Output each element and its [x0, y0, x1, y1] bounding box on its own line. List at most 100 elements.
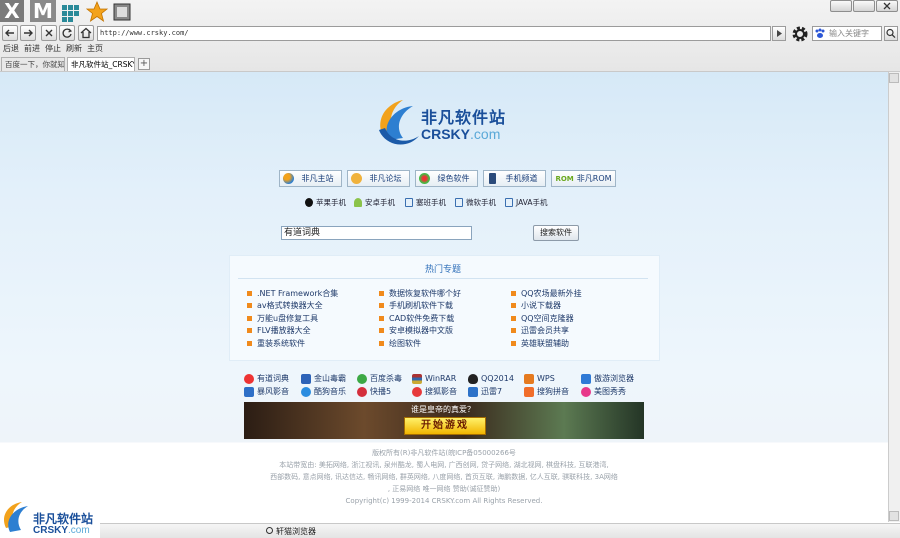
crsky-swoosh-icon	[3, 502, 28, 532]
app-maxthon[interactable]: 傲游浏览器	[581, 373, 634, 385]
status-label: 轩猫浏览器	[276, 527, 316, 536]
app-baofeng[interactable]: 暴风影音	[244, 386, 289, 398]
maximize-button[interactable]	[853, 0, 875, 12]
banner-question: 谁是皇帝的真爱？	[411, 405, 475, 414]
platform-label: 安卓手机	[365, 198, 395, 207]
topic-link[interactable]: 万能u盘修复工具	[247, 313, 318, 324]
home-button[interactable]	[78, 25, 94, 41]
app-qvod[interactable]: 快播5	[357, 386, 391, 398]
topic-link[interactable]: 迅雷会员共享	[511, 325, 569, 336]
back-button[interactable]	[2, 25, 18, 41]
site-logo-cn[interactable]: 非凡软件站	[421, 104, 506, 128]
start-game-button[interactable]: 开始游戏	[404, 417, 486, 435]
film-icon[interactable]	[111, 1, 133, 23]
app-youdao[interactable]: 有道词典	[244, 373, 289, 385]
platform-symbian[interactable]: 塞班手机	[405, 197, 446, 209]
m-logo[interactable]: M	[30, 0, 56, 22]
sogou-icon	[524, 387, 534, 397]
topic-link[interactable]: 安卓模拟器中文版	[379, 325, 453, 336]
topic-link[interactable]: FLV播放器大全	[247, 325, 311, 336]
stop-icon	[45, 29, 53, 37]
app-wps[interactable]: WPS	[524, 373, 555, 385]
meitu-icon	[581, 387, 591, 397]
app-label: 搜狐影音	[425, 387, 457, 396]
refresh-label[interactable]: 刷新	[66, 43, 82, 54]
app-xunlei[interactable]: 迅雷7	[468, 386, 502, 398]
back-label[interactable]: 后退	[3, 43, 19, 54]
qvod-icon	[357, 387, 367, 397]
platform-windows-phone[interactable]: 微软手机	[455, 197, 496, 209]
rom-badge: ROM	[555, 175, 574, 183]
topic-link[interactable]: QQ农场最新外挂	[511, 288, 582, 299]
topic-link[interactable]: .NET Framework合集	[247, 288, 338, 299]
go-button[interactable]	[772, 26, 786, 41]
wps-icon	[524, 374, 534, 384]
baidu-shield-icon	[357, 374, 367, 384]
topic-link[interactable]: QQ空间克隆器	[511, 313, 574, 324]
gear-icon[interactable]	[790, 24, 810, 44]
close-window-button[interactable]	[876, 0, 898, 12]
forward-arrow-icon	[24, 29, 33, 37]
topic-link[interactable]: av格式转换器大全	[247, 300, 323, 311]
nav-label: 非凡论坛	[369, 174, 402, 183]
app-label: 搜狗拼音	[537, 387, 569, 396]
site-logo-en[interactable]: CRSKY.com	[421, 126, 500, 142]
nav-green-software[interactable]: 绿色软件	[415, 170, 478, 187]
nav-rom[interactable]: ROM 非凡ROM	[551, 170, 616, 187]
app-label: 有道词典	[257, 374, 289, 383]
nav-mobile[interactable]: 手机频道	[483, 170, 546, 187]
app-qq[interactable]: QQ2014	[468, 373, 514, 385]
app-sogou-pinyin[interactable]: 搜狗拼音	[524, 386, 569, 398]
topic-link[interactable]: CAD软件免费下载	[379, 313, 454, 324]
nav-main-site[interactable]: 非凡主站	[279, 170, 342, 187]
tab-crsky[interactable]: 非凡软件站_CRSKY	[67, 57, 135, 71]
topic-link[interactable]: 数据恢复软件哪个好	[379, 288, 461, 299]
forward-label[interactable]: 前进	[24, 43, 40, 54]
topic-link[interactable]: 重装系统软件	[247, 338, 305, 349]
corner-logo-en-main: CRSKY	[33, 525, 69, 536]
app-label: 百度杀毒	[370, 374, 402, 383]
search-software-button[interactable]: 搜索软件	[533, 225, 579, 241]
scroll-up-button[interactable]	[889, 73, 899, 83]
search-icon	[266, 527, 273, 534]
hot-topics-title: 热门专题	[425, 265, 462, 275]
forward-button[interactable]	[20, 25, 36, 41]
nav-forum[interactable]: 非凡论坛	[347, 170, 410, 187]
topic-link[interactable]: 绘图软件	[379, 338, 421, 349]
app-kugou[interactable]: 酷狗音乐	[301, 386, 346, 398]
topic-link[interactable]: 小说下载器	[511, 300, 561, 311]
app-meitu[interactable]: 美图秀秀	[581, 386, 626, 398]
refresh-button[interactable]	[59, 25, 75, 41]
search-button[interactable]	[884, 26, 898, 41]
platform-java[interactable]: JAVA手机	[505, 197, 548, 209]
app-sohu-video[interactable]: 搜狐影音	[412, 386, 457, 398]
topic-link[interactable]: 英雄联盟辅助	[511, 338, 569, 349]
swoosh-icon	[283, 173, 294, 184]
address-bar[interactable]: http://www.crsky.com/	[97, 26, 771, 41]
minimize-button[interactable]	[830, 0, 852, 12]
grid-icon[interactable]	[60, 1, 82, 23]
platform-android[interactable]: 安卓手机	[354, 197, 395, 209]
software-search-input[interactable]: 有道词典	[281, 226, 472, 240]
nav-label: 手机频道	[505, 174, 538, 183]
home-label[interactable]: 主页	[87, 43, 103, 54]
scrollbar[interactable]	[888, 72, 900, 522]
apple-icon	[305, 198, 313, 207]
shield-icon	[301, 374, 311, 384]
platform-apple[interactable]: 苹果手机	[305, 197, 346, 209]
app-duba[interactable]: 金山毒霸	[301, 373, 346, 385]
status-text: 轩猫浏览器	[266, 526, 316, 537]
x-logo[interactable]: X	[0, 0, 24, 22]
close-icon	[883, 2, 891, 10]
stop-label[interactable]: 停止	[45, 43, 61, 54]
star-icon[interactable]	[86, 1, 108, 23]
app-baidu-antivirus[interactable]: 百度杀毒	[357, 373, 402, 385]
tab-baidu[interactable]: 百度一下，你就知	[1, 57, 65, 71]
status-bar	[100, 523, 900, 538]
stop-button[interactable]	[41, 25, 57, 41]
topic-link[interactable]: 手机刷机软件下载	[379, 300, 453, 311]
app-winrar[interactable]: WinRAR	[412, 373, 456, 385]
new-tab-button[interactable]: +	[138, 58, 150, 70]
baidu-paw-icon	[815, 28, 825, 38]
scroll-down-button[interactable]	[889, 511, 899, 521]
